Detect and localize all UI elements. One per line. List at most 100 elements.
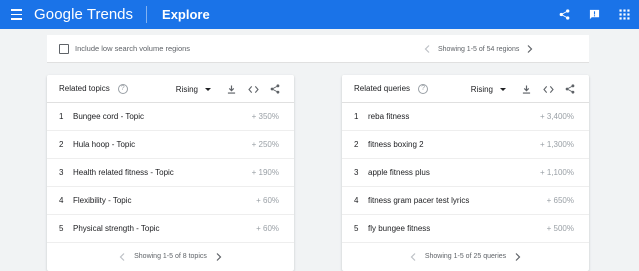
row-value: + 500% (546, 224, 574, 233)
table-row[interactable]: 4 Flexibility - Topic + 60% (47, 187, 294, 215)
hamburger-icon (10, 8, 22, 22)
page-title: Explore (162, 7, 210, 22)
code-icon (542, 85, 554, 93)
low-volume-label: Include low search volume regions (75, 44, 191, 53)
row-rank: 1 (354, 112, 359, 121)
row-value: + 250% (251, 140, 279, 149)
row-label: Bungee cord - Topic (73, 112, 145, 121)
row-value: + 60% (256, 196, 279, 205)
row-rank: 2 (59, 140, 64, 149)
row-label: fly bungee fitness (368, 224, 431, 233)
row-label: apple fitness plus (368, 168, 430, 177)
chevron-right-icon (515, 252, 521, 261)
related-topics-card: Related topics ? Rising 1 Bungee cord - … (47, 75, 294, 271)
table-row[interactable]: 2 Hula hoop - Topic + 250% (47, 131, 294, 159)
chevron-right-icon (527, 45, 533, 53)
help-icon[interactable]: ? (117, 83, 128, 94)
row-label: reba fitness (368, 112, 410, 121)
topics-download-button[interactable] (220, 79, 242, 99)
row-label: fitness gram pacer test lyrics (368, 196, 470, 205)
share-button[interactable] (549, 0, 579, 29)
caret-down-icon (205, 87, 211, 91)
topics-embed-button[interactable] (242, 79, 264, 99)
header-actions (549, 0, 639, 29)
apps-grid-icon (618, 9, 630, 20)
low-volume-checkbox[interactable] (59, 43, 69, 54)
row-label: Physical strength - Topic (73, 224, 160, 233)
related-queries-tools: Rising (471, 75, 581, 103)
help-icon[interactable]: ? (418, 83, 429, 94)
topics-share-button[interactable] (264, 79, 286, 99)
apps-button[interactable] (609, 0, 639, 29)
related-queries-card: Related queries ? Rising 1 reba fitness (342, 75, 589, 271)
regions-prev-button[interactable] (421, 43, 433, 55)
topics-metric-select[interactable]: Rising (176, 85, 211, 94)
top-app-bar: Google Trends Explore (0, 0, 639, 29)
topics-metric-value: Rising (175, 84, 198, 94)
download-icon (227, 84, 235, 94)
chevron-left-icon (410, 252, 416, 261)
topics-prev-button[interactable] (115, 251, 129, 263)
table-row[interactable]: 5 fly bungee fitness + 500% (342, 215, 589, 243)
queries-pager-text: Showing 1-5 of 25 queries (424, 253, 507, 260)
related-queries-header: Related queries ? Rising (342, 75, 589, 103)
regions-pager: Showing 1-5 of 54 regions (421, 43, 536, 55)
table-row[interactable]: 5 Physical strength - Topic + 60% (47, 215, 294, 243)
regions-next-button[interactable] (524, 43, 536, 55)
row-rank: 4 (59, 196, 64, 205)
queries-share-button[interactable] (559, 79, 581, 99)
row-label: Hula hoop - Topic (73, 140, 136, 149)
share-icon (270, 84, 280, 94)
related-topics-header: Related topics ? Rising (47, 75, 294, 103)
download-icon (522, 84, 530, 94)
row-label: Health related fitness - Topic (73, 168, 174, 177)
queries-embed-button[interactable] (537, 79, 559, 99)
header-divider (146, 6, 148, 23)
related-queries-title: Related queries (354, 84, 411, 93)
row-rank: 2 (354, 140, 359, 149)
google-trends-logo[interactable]: Google Trends (34, 6, 133, 23)
caret-down-icon (500, 87, 506, 91)
row-rank: 1 (59, 112, 64, 121)
table-row[interactable]: 2 fitness boxing 2 + 1,300% (342, 131, 589, 159)
topics-next-button[interactable] (212, 251, 226, 263)
table-row[interactable]: 4 fitness gram pacer test lyrics + 650% (342, 187, 589, 215)
queries-metric-select[interactable]: Rising (471, 85, 506, 94)
queries-next-button[interactable] (511, 251, 525, 263)
row-value: + 60% (256, 224, 279, 233)
row-value: + 1,300% (539, 140, 574, 149)
row-value: + 190% (251, 168, 279, 177)
row-value: + 350% (251, 112, 279, 121)
row-rank: 4 (354, 196, 359, 205)
row-label: Flexibility - Topic (73, 196, 132, 205)
queries-prev-button[interactable] (406, 251, 420, 263)
table-row[interactable]: 3 Health related fitness - Topic + 190% (47, 159, 294, 187)
chevron-left-icon (119, 252, 125, 261)
row-value: + 1,100% (539, 168, 574, 177)
related-topics-title: Related topics (59, 84, 110, 93)
row-rank: 5 (59, 224, 64, 233)
table-row[interactable]: 3 apple fitness plus + 1,100% (342, 159, 589, 187)
row-rank: 3 (59, 168, 64, 177)
queries-metric-value: Rising (470, 84, 493, 94)
row-rank: 3 (354, 168, 359, 177)
queries-pager: Showing 1-5 of 25 queries (342, 243, 589, 270)
share-icon (565, 84, 575, 94)
region-filter-row: Include low search volume regions Showin… (47, 35, 589, 63)
feedback-button[interactable] (579, 0, 609, 29)
row-label: fitness boxing 2 (368, 140, 424, 149)
share-icon (559, 9, 569, 20)
row-rank: 5 (354, 224, 359, 233)
code-icon (247, 85, 259, 93)
related-topics-tools: Rising (176, 75, 286, 103)
row-value: + 3,400% (539, 112, 574, 121)
menu-button[interactable] (0, 0, 32, 29)
chevron-left-icon (424, 45, 430, 53)
topics-pager: Showing 1-5 of 8 topics (47, 243, 294, 270)
table-row[interactable]: 1 Bungee cord - Topic + 350% (47, 103, 294, 131)
topics-pager-text: Showing 1-5 of 8 topics (134, 253, 207, 260)
feedback-icon (589, 9, 599, 20)
table-row[interactable]: 1 reba fitness + 3,400% (342, 103, 589, 131)
chevron-right-icon (216, 252, 222, 261)
queries-download-button[interactable] (515, 79, 537, 99)
